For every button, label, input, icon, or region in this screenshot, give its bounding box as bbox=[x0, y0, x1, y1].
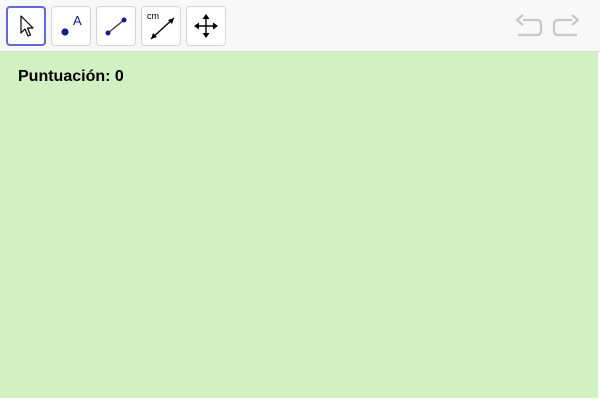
segment-length-icon: cm bbox=[147, 11, 175, 40]
score-text: Puntuación: 0 bbox=[18, 68, 124, 86]
segment-tool-button[interactable] bbox=[96, 6, 136, 46]
segment-length-label: cm bbox=[147, 11, 159, 21]
redo-icon bbox=[552, 14, 580, 37]
move-graphics-tool-button[interactable] bbox=[186, 6, 226, 46]
segment-length-tool-button[interactable]: cm bbox=[141, 6, 181, 46]
point-tool-label: A bbox=[73, 13, 82, 28]
graphics-view[interactable]: Puntuación: 0 bbox=[0, 52, 598, 398]
move-tool-button[interactable] bbox=[6, 6, 46, 46]
undo-icon bbox=[515, 14, 543, 37]
toolbar: A cm bbox=[0, 0, 600, 52]
move-cross-icon bbox=[194, 14, 218, 38]
score-value: 0 bbox=[114, 68, 124, 85]
point-icon: A bbox=[61, 13, 82, 36]
undo-button[interactable] bbox=[514, 12, 544, 42]
point-tool-button[interactable]: A bbox=[51, 6, 91, 46]
segment-icon bbox=[105, 17, 127, 36]
pointer-arrow-icon bbox=[20, 15, 34, 37]
score-label: Puntuación: bbox=[18, 68, 111, 85]
redo-button[interactable] bbox=[551, 12, 581, 42]
